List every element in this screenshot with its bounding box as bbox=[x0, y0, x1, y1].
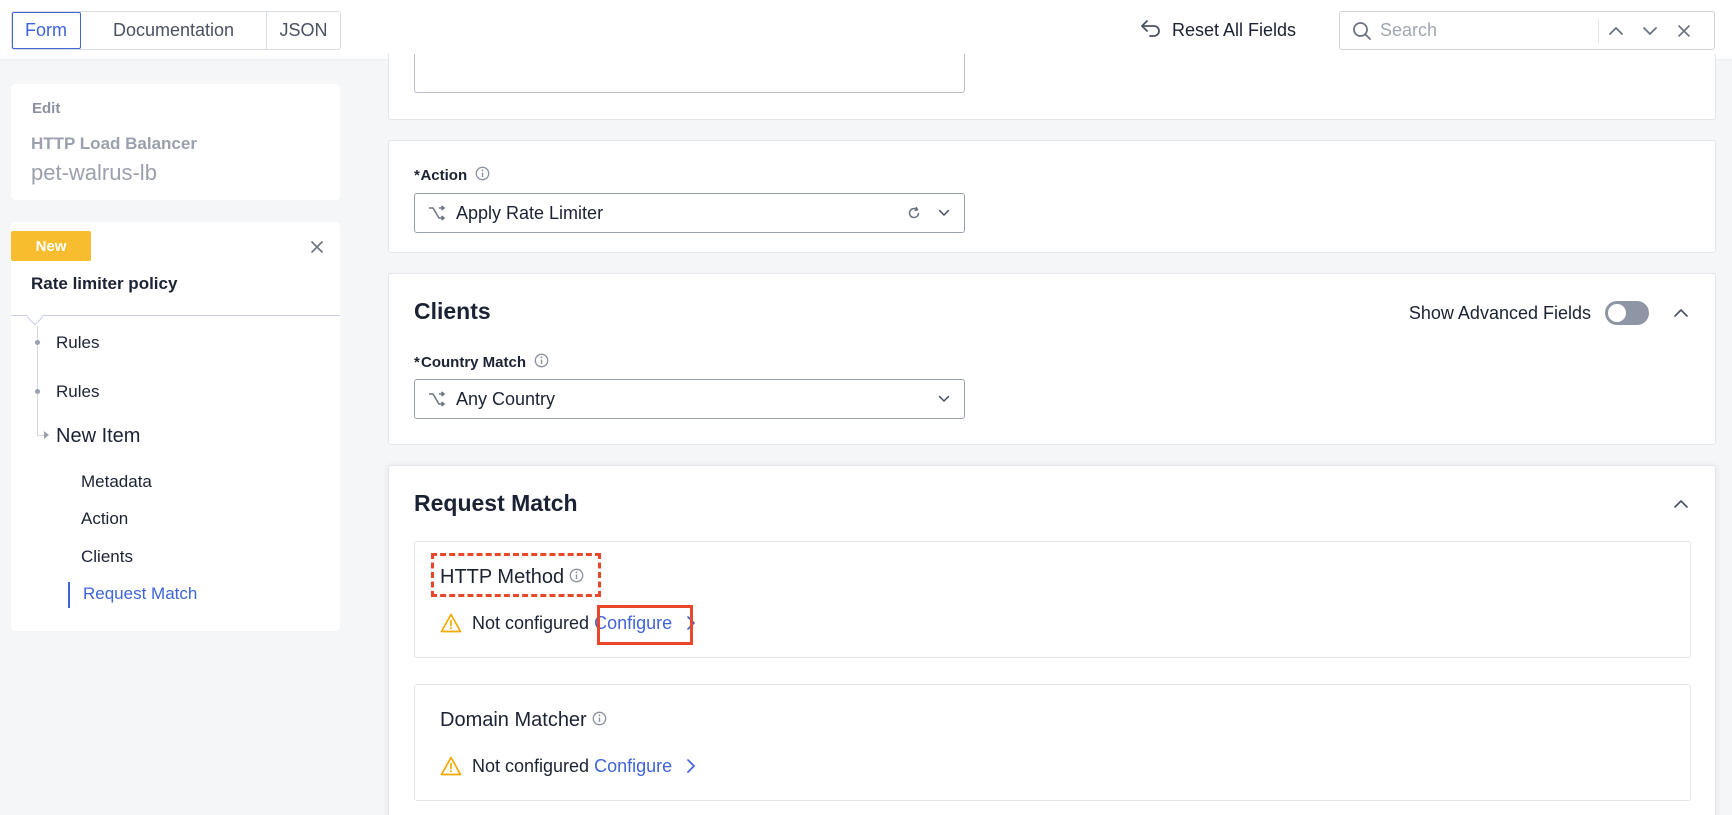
info-icon[interactable] bbox=[592, 709, 607, 732]
reset-label: Reset All Fields bbox=[1172, 19, 1297, 40]
tree-dot bbox=[35, 340, 40, 345]
chevron-down-icon[interactable] bbox=[934, 203, 954, 223]
advanced-fields-label: Show Advanced Fields bbox=[1408, 302, 1591, 323]
search-box bbox=[1339, 11, 1715, 50]
refresh-icon[interactable] bbox=[904, 203, 924, 223]
nav-caret bbox=[26, 308, 44, 326]
undo-icon bbox=[1140, 18, 1162, 43]
description-textarea[interactable] bbox=[414, 54, 965, 93]
http-method-status: Not configured bbox=[472, 612, 590, 633]
domain-matcher-configure-link[interactable]: Configure bbox=[594, 756, 672, 777]
http-method-title-row: HTTP Method bbox=[440, 566, 584, 589]
request-match-title: Request Match bbox=[414, 490, 578, 516]
search-prev-button[interactable] bbox=[1599, 16, 1633, 46]
info-icon[interactable] bbox=[569, 566, 584, 589]
close-nav-button[interactable] bbox=[307, 237, 327, 257]
merge-icon bbox=[427, 389, 447, 409]
info-icon[interactable] bbox=[475, 166, 490, 185]
country-value: Any Country bbox=[456, 388, 556, 409]
country-field-label: * Country Match bbox=[414, 353, 549, 372]
edit-label: Edit bbox=[32, 100, 61, 117]
tree-item-rules[interactable]: Rules bbox=[56, 333, 99, 353]
nav-section-action[interactable]: Action bbox=[81, 509, 128, 529]
search-icon bbox=[1350, 19, 1374, 43]
country-select[interactable]: Any Country bbox=[414, 379, 965, 419]
active-indicator bbox=[68, 582, 70, 608]
object-name: pet-walrus-lb bbox=[31, 160, 157, 185]
object-kind: HTTP Load Balancer bbox=[31, 134, 197, 153]
chevron-down-icon bbox=[1643, 26, 1657, 35]
required-mark: * bbox=[414, 167, 420, 184]
tab-documentation[interactable]: Documentation bbox=[81, 12, 267, 49]
required-mark: * bbox=[414, 354, 420, 371]
merge-icon bbox=[427, 203, 447, 223]
tab-json[interactable]: JSON bbox=[267, 12, 340, 49]
nav-divider bbox=[11, 315, 340, 316]
close-icon bbox=[1678, 24, 1690, 37]
chevron-up-icon bbox=[1609, 26, 1623, 35]
toggle-knob bbox=[1608, 304, 1626, 322]
tree-arrow-icon bbox=[44, 431, 49, 439]
tree-item-new-item[interactable]: New Item bbox=[56, 425, 140, 448]
tab-form[interactable]: Form bbox=[12, 12, 81, 49]
nav-title: Rate limiter policy bbox=[31, 274, 178, 293]
warning-icon bbox=[440, 755, 462, 777]
new-badge: New bbox=[11, 231, 91, 261]
domain-matcher-status: Not configured bbox=[472, 755, 590, 776]
view-tabs: Form Documentation JSON bbox=[11, 11, 341, 50]
chevron-right-icon[interactable] bbox=[684, 756, 698, 776]
tree-item-rules-2[interactable]: Rules bbox=[56, 382, 99, 402]
nav-section-clients[interactable]: Clients bbox=[81, 547, 133, 567]
clients-panel: Clients Show Advanced Fields * Country M… bbox=[388, 273, 1716, 445]
chevron-up-icon[interactable] bbox=[1671, 303, 1691, 323]
tree-dot bbox=[35, 389, 40, 394]
highlight-solid-box bbox=[597, 605, 693, 645]
http-method-title: HTTP Method bbox=[440, 566, 565, 588]
request-match-panel: Request Match HTTP Method Not configured… bbox=[388, 465, 1716, 815]
action-select[interactable]: Apply Rate Limiter bbox=[414, 193, 965, 233]
http-method-card: HTTP Method Not configured Configure bbox=[414, 541, 1691, 658]
advanced-fields-toggle[interactable] bbox=[1605, 301, 1649, 325]
search-next-button[interactable] bbox=[1633, 16, 1667, 46]
close-icon bbox=[311, 241, 323, 253]
reset-all-fields-button[interactable]: Reset All Fields bbox=[1140, 17, 1296, 43]
warning-icon bbox=[440, 612, 462, 634]
action-value: Apply Rate Limiter bbox=[456, 202, 604, 223]
edit-context-card: Edit HTTP Load Balancer pet-walrus-lb bbox=[11, 84, 340, 200]
search-input[interactable] bbox=[1380, 15, 1596, 46]
search-clear-button[interactable] bbox=[1667, 16, 1701, 46]
action-label: Action bbox=[420, 167, 468, 184]
domain-matcher-title: Domain Matcher bbox=[440, 709, 587, 731]
domain-matcher-title-row: Domain Matcher bbox=[440, 709, 607, 732]
chevron-up-icon[interactable] bbox=[1671, 494, 1691, 514]
metadata-panel-partial bbox=[388, 54, 1716, 120]
nav-section-request-match[interactable]: Request Match bbox=[83, 584, 197, 604]
domain-matcher-status-row: Not configured Configure bbox=[440, 755, 698, 777]
chevron-down-icon[interactable] bbox=[934, 389, 954, 409]
domain-matcher-card: Domain Matcher Not configured Configure bbox=[414, 684, 1691, 801]
top-toolbar: Form Documentation JSON Reset All Fields bbox=[0, 0, 1732, 60]
form-navigation: New Rate limiter policy Rules Rules New … bbox=[11, 222, 340, 631]
country-label: Country Match bbox=[421, 354, 527, 371]
clients-title: Clients bbox=[414, 298, 491, 324]
info-icon[interactable] bbox=[534, 353, 549, 372]
advanced-fields-toggle-row: Show Advanced Fields bbox=[1409, 301, 1649, 325]
action-panel: * Action Apply Rate Limiter bbox=[388, 140, 1716, 253]
nav-section-metadata[interactable]: Metadata bbox=[81, 472, 152, 492]
action-field-label: * Action bbox=[414, 166, 490, 185]
